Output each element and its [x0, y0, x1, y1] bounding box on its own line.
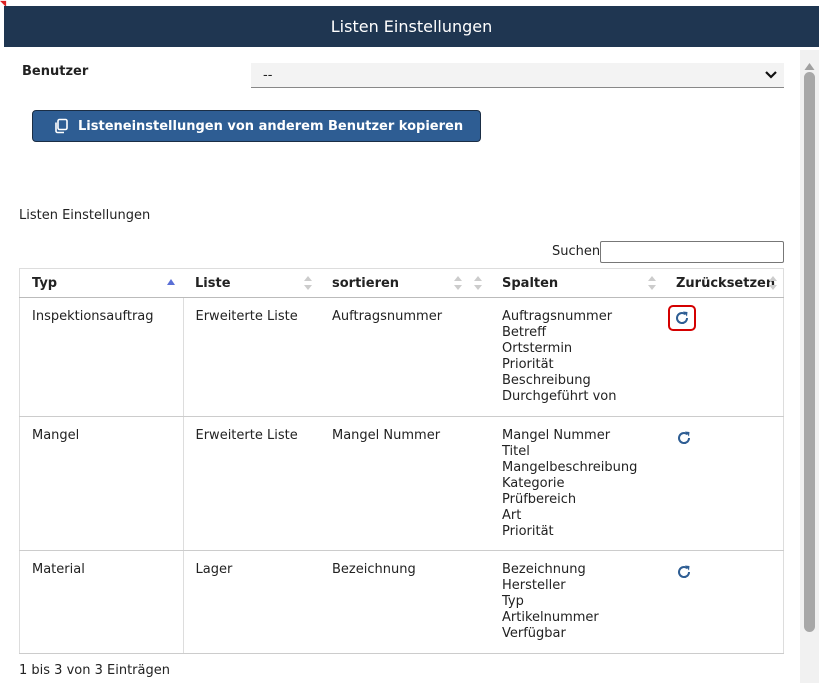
cell-spalten: Bezeichnung Hersteller Typ Artikelnummer…: [490, 550, 664, 654]
user-select-value: --: [263, 67, 273, 83]
column-header-liste[interactable]: Liste: [183, 268, 320, 298]
cell-typ: Material: [19, 550, 184, 654]
column-header-sortieren[interactable]: sortieren: [320, 268, 490, 298]
sort-icon: [474, 276, 482, 294]
cell-sortieren: Auftragsnummer: [320, 297, 490, 417]
chevron-down-icon: [764, 70, 778, 80]
cell-sortieren: Bezeichnung: [320, 550, 490, 654]
cell-typ: Inspektionsauftrag: [19, 297, 184, 417]
cell-reset: [664, 550, 784, 654]
dialog-title-bar: Listen Einstellungen: [4, 6, 819, 47]
column-header-zuruecksetzen[interactable]: Zurücksetzen: [664, 268, 784, 298]
scrollbar[interactable]: [800, 50, 819, 683]
reset-button[interactable]: [674, 562, 694, 582]
search-label: Suchen: [552, 244, 601, 259]
sort-asc-icon: [167, 276, 175, 291]
cell-reset: [664, 297, 784, 417]
sort-icon: [648, 276, 656, 294]
search-input[interactable]: [600, 241, 784, 263]
table-info: 1 bis 3 von 3 Einträgen: [19, 663, 170, 678]
reset-button[interactable]: [674, 428, 694, 448]
sort-icon: [769, 276, 777, 294]
refresh-icon: [676, 311, 689, 324]
refresh-icon: [678, 431, 691, 444]
cell-liste: Lager: [183, 550, 320, 654]
column-header-typ[interactable]: Typ: [19, 268, 183, 298]
user-label: Benutzer: [22, 64, 89, 79]
settings-table: Typ Liste sortieren Spalten Zurücksetzen…: [19, 268, 784, 654]
cell-typ: Mangel: [19, 416, 184, 551]
column-header-spalten[interactable]: Spalten: [490, 268, 664, 298]
copy-settings-label: Listeneinstellungen von anderem Benutzer…: [78, 118, 464, 134]
table-row: Mangel Erweiterte Liste Mangel Nummer Ma…: [19, 416, 784, 551]
cell-spalten: Auftragsnummer Betreff Ortstermin Priori…: [490, 297, 664, 417]
table-header-row: Typ Liste sortieren Spalten Zurücksetzen: [19, 268, 784, 298]
cell-spalten: Mangel Nummer Titel Mangelbeschreibung K…: [490, 416, 664, 551]
user-select[interactable]: --: [251, 63, 784, 88]
dialog-content: Benutzer -- Listeneinstellungen von ande…: [0, 47, 800, 683]
reset-button[interactable]: [668, 305, 696, 331]
copy-icon: [53, 118, 69, 134]
table-row: Inspektionsauftrag Erweiterte Liste Auft…: [19, 297, 784, 417]
dialog-title: Listen Einstellungen: [330, 17, 493, 36]
cell-liste: Erweiterte Liste: [183, 297, 320, 417]
sort-icon: [304, 276, 312, 294]
scroll-thumb[interactable]: [804, 72, 815, 632]
cell-reset: [664, 416, 784, 551]
table-row: Material Lager Bezeichnung Bezeichnung H…: [19, 550, 784, 654]
refresh-icon: [678, 565, 691, 578]
cell-liste: Erweiterte Liste: [183, 416, 320, 551]
copy-settings-button[interactable]: Listeneinstellungen von anderem Benutzer…: [32, 110, 481, 142]
section-title: Listen Einstellungen: [19, 208, 151, 223]
sort-icon: [454, 276, 462, 294]
cell-sortieren: Mangel Nummer: [320, 416, 490, 551]
